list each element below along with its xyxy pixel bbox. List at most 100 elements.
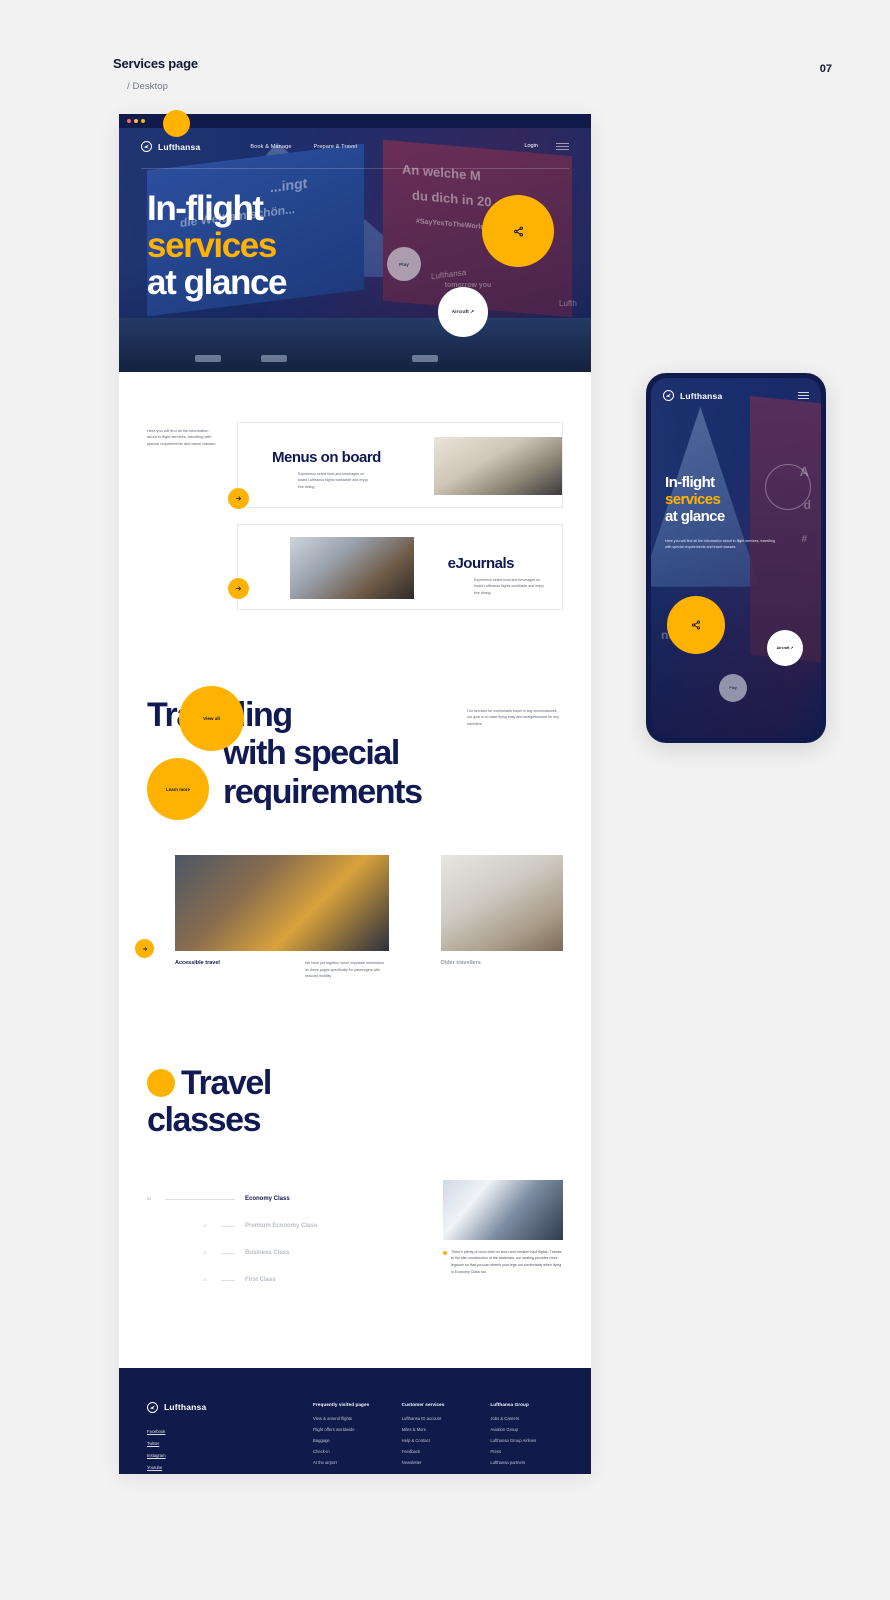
footer-link[interactable]: Newsletter (402, 1460, 475, 1465)
service-card-ejournals[interactable]: eJournals Experience select food and bev… (228, 524, 563, 610)
mobile-navigation: Lufthansa (651, 378, 821, 401)
hero-title-line-1: In-flight (147, 189, 264, 228)
footer-social-instagram[interactable]: Instagram (147, 1453, 297, 1458)
footer-column-group: Lufthansa Group Jobs & Careers Aviation … (490, 1402, 563, 1471)
nav-divider (141, 168, 569, 169)
mobile-hero-title: In-flight services at glance (665, 474, 725, 525)
travel-classes-list: 01 Economy Class 02 Premium Economy Clas… (147, 1180, 423, 1294)
footer-link[interactable]: Feedback (402, 1449, 475, 1454)
mobile-share-button[interactable] (667, 596, 725, 654)
special-item-image (440, 855, 563, 952)
play-button[interactable]: Play (387, 247, 421, 281)
card-arrow-button[interactable] (228, 578, 249, 599)
slide-subtitle: / Desktop (127, 81, 169, 92)
slide-title: Services page (113, 56, 198, 71)
special-arrow-button[interactable] (135, 939, 154, 959)
special-title-line-3: requirements (223, 772, 423, 811)
hero-title-line-2: services (147, 226, 277, 266)
footer-column-heading: Frequently visited pages (313, 1401, 370, 1407)
window-minimize-dot[interactable] (134, 119, 138, 123)
learn-more-button[interactable]: Learn more (147, 758, 209, 820)
footer-link[interactable]: Press (490, 1449, 563, 1454)
travel-class-item-first[interactable]: 04 First Class (147, 1267, 423, 1294)
mobile-brand-logo[interactable]: Lufthansa (663, 390, 722, 401)
class-connector-line (221, 1279, 235, 1281)
window-maximize-dot[interactable] (141, 119, 145, 123)
footer-link[interactable]: Aviation Group (490, 1427, 563, 1432)
photo-street (119, 318, 591, 372)
travel-class-item-business[interactable]: 03 Business Class (147, 1240, 423, 1267)
special-item-footer: Accessible travel We have put together s… (175, 960, 389, 979)
hamburger-icon[interactable] (798, 391, 809, 400)
footer-social-links: Facebook Twitter Instagram Youtube (147, 1429, 297, 1470)
footer-link[interactable]: View & amend flights (313, 1416, 386, 1421)
special-item-image (175, 855, 389, 952)
hero-title-line-3: at glance (147, 263, 288, 303)
service-card-menus[interactable]: Menus on board Experience select food an… (228, 422, 563, 509)
page-root: Services page / Desktop 07 ...ingt die W… (0, 0, 890, 1600)
special-item-note: We have put together some important info… (305, 961, 384, 978)
billboard-brand: Lufth (559, 298, 577, 308)
travel-classes-row: 01 Economy Class 02 Premium Economy Clas… (147, 1179, 563, 1294)
brand-logo[interactable]: Lufthansa (141, 141, 200, 152)
footer-link[interactable]: Baggage (313, 1438, 386, 1443)
travel-class-detail-panel: There's plenty of room both on short and… (443, 1179, 563, 1294)
mobile-title-line-3: at glance (665, 508, 725, 526)
footer-link[interactable]: Miles & More (402, 1427, 475, 1432)
special-item-accessible-travel[interactable]: Accessible travel We have put together s… (175, 855, 389, 979)
special-item-older-travellers[interactable]: Older travellers (440, 855, 563, 979)
nav-right-group: Login (524, 142, 569, 151)
footer-column-heading: Customer services (401, 1401, 445, 1407)
special-item-name: Older travellers (440, 960, 481, 967)
mobile-play-button[interactable]: Play (719, 674, 747, 702)
footer-logo[interactable]: Lufthansa (147, 1401, 297, 1413)
nav-item-prepare-travel[interactable]: Prepare & Travel (314, 144, 358, 150)
aircraft-button[interactable]: Aircraft ↗ (438, 287, 488, 337)
page-number: 07 (819, 63, 832, 75)
special-description: Our services for comfortable travel in a… (467, 709, 560, 726)
footer-link[interactable]: Flight offers worldwide (313, 1427, 386, 1432)
hero-section: ...ingt die Welt am schön... An welche M… (119, 128, 591, 372)
nav-item-book-manage[interactable]: Book & Manage (250, 144, 291, 150)
footer-link[interactable]: Check-in (313, 1449, 386, 1454)
footer-social-twitter[interactable]: Twitter (147, 1441, 297, 1446)
bullet-dot-icon (147, 1069, 175, 1098)
share-icon (513, 226, 523, 236)
share-button[interactable] (482, 195, 554, 267)
special-items-row: Accessible travel We have put together s… (135, 855, 563, 979)
mobile-screen: nsa A d # Lufthansa In-flight services a… (651, 378, 821, 738)
mobile-billboard-text: d (803, 498, 811, 512)
class-number: 02 (203, 1224, 207, 1229)
view-all-button[interactable]: View all (179, 686, 244, 751)
mobile-aircraft-button[interactable]: Aircraft ↗ (767, 630, 803, 666)
crane-icon (147, 1401, 158, 1413)
travel-class-item-premium-economy[interactable]: 02 Premium Economy Class (147, 1213, 423, 1240)
brand-name: Lufthansa (158, 141, 201, 152)
class-connector-line (165, 1198, 235, 1200)
card-arrow-button[interactable] (228, 488, 249, 509)
footer-link[interactable]: Jobs & Careers (490, 1416, 563, 1421)
footer-social-facebook[interactable]: Facebook (147, 1429, 297, 1434)
class-name: Business Class (245, 1250, 290, 1257)
classes-title-line-1: Travel (181, 1064, 272, 1103)
class-name: First Class (245, 1277, 276, 1284)
hamburger-icon[interactable] (556, 142, 569, 151)
travel-class-item-economy[interactable]: 01 Economy Class (147, 1186, 423, 1213)
photo-car (411, 355, 438, 363)
desktop-mockup: ...ingt die Welt am schön... An welche M… (119, 114, 591, 1474)
footer-social-youtube[interactable]: Youtube (147, 1465, 297, 1470)
footer-link[interactable]: Lufthansa ID account (402, 1416, 475, 1421)
mobile-billboard-text: A (799, 464, 809, 479)
footer-link[interactable]: At the airport (313, 1460, 386, 1465)
travel-classes-title: Travel classes (147, 1064, 563, 1140)
share-icon (691, 620, 701, 630)
footer-link[interactable]: Lufthansa partners (490, 1460, 563, 1465)
window-close-dot[interactable] (127, 119, 131, 123)
footer-link[interactable]: Help & Contact (402, 1438, 475, 1443)
footer-link[interactable]: Lufthansa Group Airlines (490, 1438, 563, 1443)
class-name: Premium Economy Class (245, 1223, 318, 1230)
card-description: Experience select food and beverages on … (474, 578, 544, 595)
mobile-brand-name: Lufthansa (680, 390, 723, 401)
class-number: 04 (203, 1278, 207, 1283)
login-link[interactable]: Login (524, 143, 538, 149)
